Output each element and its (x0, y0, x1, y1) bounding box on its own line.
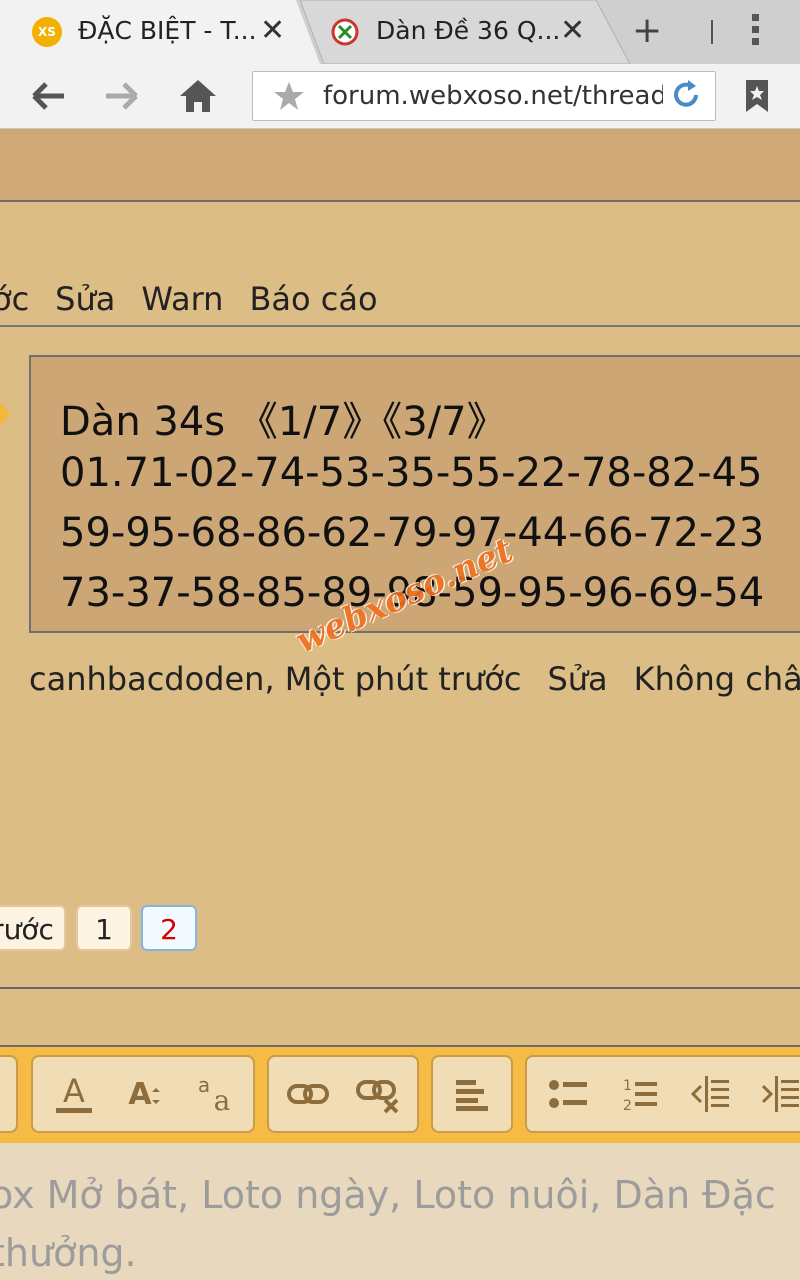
indent-icon[interactable] (745, 1057, 800, 1131)
url-text: forum.webxoso.net/threads/ (323, 81, 663, 111)
align-left-icon[interactable] (437, 1057, 507, 1131)
post-meta: canhbacdoden, Một phút trước Sửa Không châ (29, 660, 800, 698)
address-bar[interactable]: forum.webxoso.net/threads/ (252, 71, 716, 121)
svg-text:A: A (128, 1077, 152, 1112)
placeholder-line: thưởng. (0, 1231, 137, 1275)
post-action-bar: ớc Sửa Warn Báo cáo (0, 280, 404, 318)
close-tab-icon[interactable]: ✕ (560, 14, 585, 48)
divider (0, 325, 800, 327)
quote-line: 59-95-68-86-62-79-97-44-66-72-23 (60, 510, 765, 556)
quote-line-title: Dàn 34s 《1/7》《3/7》 (60, 399, 507, 445)
reply-editor[interactable]: ox Mở bát, Loto ngày, Loto nuôi, Dàn Đặc… (0, 1143, 800, 1280)
editor-group-text: A A aa (31, 1055, 255, 1133)
forum-header-band (0, 129, 800, 202)
pagination-prev[interactable]: rước (0, 905, 66, 951)
unlink-icon[interactable] (343, 1057, 413, 1131)
bullet-list-icon[interactable] (533, 1057, 603, 1131)
quote-line: 01.71-02-74-53-35-55-22-78-82-45 (60, 450, 763, 496)
warn-link[interactable]: Warn (141, 280, 223, 318)
edit-link[interactable]: Sửa (547, 660, 607, 698)
post-time-link[interactable]: ớc (0, 280, 29, 318)
new-tab-icon[interactable]: + (632, 10, 662, 51)
numbered-list-icon[interactable]: 12 (603, 1057, 673, 1131)
editor-group-link (267, 1055, 419, 1133)
edit-link[interactable]: Sửa (55, 280, 115, 318)
font-family-icon[interactable]: aa (179, 1057, 249, 1131)
svg-text:1: 1 (623, 1078, 632, 1094)
tab-divider (711, 20, 713, 44)
svg-text:a: a (198, 1073, 210, 1097)
svg-text:A: A (63, 1072, 85, 1110)
divider (0, 987, 800, 989)
tab-strip: XS ĐẶC BIỆT - T... ✕ Dàn Đề 36 Q... ✕ + (0, 0, 800, 64)
pagination-page-2-current[interactable]: 2 (141, 905, 197, 951)
forward-arrow-icon[interactable] (100, 74, 144, 118)
author-time[interactable]: canhbacdoden, Một phút trước (29, 660, 521, 698)
unapprove-link[interactable]: Không châ (634, 660, 800, 698)
tab-dac-biet[interactable]: XS ĐẶC BIỆT - T... ✕ (0, 0, 320, 64)
editor-toolbar: A A aa 12 (0, 1045, 800, 1145)
svg-text:a: a (214, 1084, 231, 1117)
pagination-page-1[interactable]: 1 (76, 905, 132, 951)
font-size-icon[interactable]: A (109, 1057, 179, 1131)
reload-icon[interactable] (669, 78, 703, 112)
editor-group-align (431, 1055, 513, 1133)
editor-group-list: 12 (525, 1055, 800, 1133)
menu-icon[interactable] (752, 14, 760, 50)
tab-title: ĐẶC BIỆT - T... (78, 16, 257, 45)
outdent-icon[interactable] (675, 1057, 745, 1131)
editor-group (0, 1055, 18, 1133)
placeholder-line: ox Mở bát, Loto ngày, Loto nuôi, Dàn Đặc (0, 1173, 776, 1217)
x-favicon-icon (331, 18, 359, 46)
xs-favicon-icon: XS (32, 17, 62, 47)
back-arrow-icon[interactable] (26, 74, 70, 118)
home-icon[interactable] (176, 74, 220, 118)
tab-title: Dàn Đề 36 Q... (376, 16, 561, 45)
tab-dan-de[interactable]: Dàn Đề 36 Q... ✕ (300, 0, 630, 64)
report-link[interactable]: Báo cáo (249, 280, 377, 318)
star-icon[interactable] (273, 80, 305, 112)
close-tab-icon[interactable]: ✕ (260, 14, 285, 48)
bookmarks-icon[interactable] (742, 78, 772, 114)
browser-toolbar: forum.webxoso.net/threads/ (0, 64, 800, 129)
post-pointer-icon (0, 402, 10, 426)
link-icon[interactable] (273, 1057, 343, 1131)
svg-text:2: 2 (623, 1098, 632, 1114)
font-color-icon[interactable]: A (39, 1057, 109, 1131)
